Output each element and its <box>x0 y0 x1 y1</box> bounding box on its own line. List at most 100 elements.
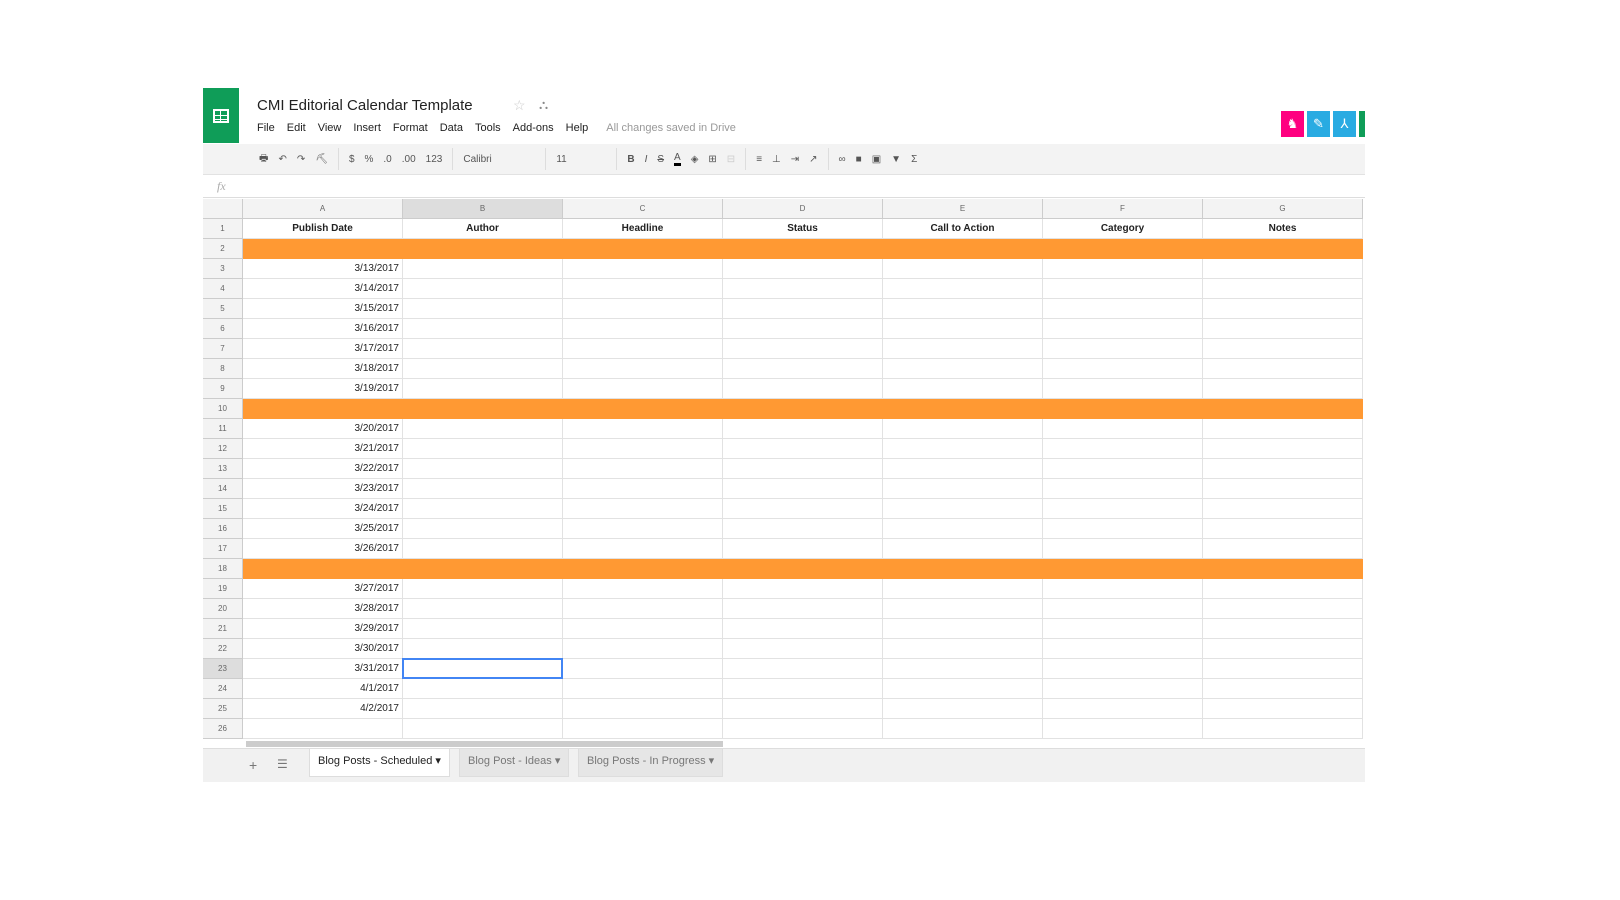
cell-b5[interactable] <box>403 299 563 319</box>
row-header-26[interactable]: 26 <box>203 719 243 739</box>
sheet-tab-scheduled[interactable]: Blog Posts - Scheduled ▾ <box>309 749 450 777</box>
strikethrough-icon[interactable]: S <box>657 154 664 165</box>
cell-c5[interactable] <box>563 299 723 319</box>
cell-d21[interactable] <box>723 619 883 639</box>
column-header-g[interactable]: G <box>1203 199 1363 219</box>
cell-f16[interactable] <box>1043 519 1203 539</box>
column-header-d[interactable]: D <box>723 199 883 219</box>
cell-a15[interactable]: 3/24/2017 <box>243 499 403 519</box>
menu-format[interactable]: Format <box>393 122 428 134</box>
cell-c19[interactable] <box>563 579 723 599</box>
text-wrap-icon[interactable]: ⇥ <box>791 154 799 165</box>
cell-d11[interactable] <box>723 419 883 439</box>
cell-f17[interactable] <box>1043 539 1203 559</box>
cell-c20[interactable] <box>563 599 723 619</box>
cell-f5[interactable] <box>1043 299 1203 319</box>
menu-data[interactable]: Data <box>440 122 463 134</box>
cell-g13[interactable] <box>1203 459 1363 479</box>
formula-bar[interactable]: fx <box>203 176 1365 198</box>
cell-e3[interactable] <box>883 259 1043 279</box>
cell-g14[interactable] <box>1203 479 1363 499</box>
cell-b17[interactable] <box>403 539 563 559</box>
cell-g21[interactable] <box>1203 619 1363 639</box>
cell-b11[interactable] <box>403 419 563 439</box>
drive-folder-icon[interactable]: ⛬ <box>539 97 548 113</box>
cell-a14[interactable]: 3/23/2017 <box>243 479 403 499</box>
column-title-cell[interactable]: Headline <box>563 219 723 239</box>
merge-cells-icon[interactable]: ⊟ <box>727 154 735 165</box>
cell-g15[interactable] <box>1203 499 1363 519</box>
cell-f12[interactable] <box>1043 439 1203 459</box>
cell-c6[interactable] <box>563 319 723 339</box>
cell-a23[interactable]: 3/31/2017 <box>243 659 403 679</box>
cell-e11[interactable] <box>883 419 1043 439</box>
cell-b14[interactable] <box>403 479 563 499</box>
cell-g7[interactable] <box>1203 339 1363 359</box>
cell-d13[interactable] <box>723 459 883 479</box>
cell-a22[interactable]: 3/30/2017 <box>243 639 403 659</box>
cell-g24[interactable] <box>1203 679 1363 699</box>
cell-f9[interactable] <box>1043 379 1203 399</box>
cell-c24[interactable] <box>563 679 723 699</box>
menu-file[interactable]: File <box>257 122 275 134</box>
week-separator-cell[interactable] <box>563 239 723 259</box>
cell-g6[interactable] <box>1203 319 1363 339</box>
horizontal-align-icon[interactable]: ≡ <box>756 154 762 165</box>
cell-c12[interactable] <box>563 439 723 459</box>
column-title-cell[interactable]: Author <box>403 219 563 239</box>
horizontal-scrollbar[interactable] <box>246 741 723 747</box>
week-separator-cell[interactable] <box>723 399 883 419</box>
cell-c16[interactable] <box>563 519 723 539</box>
week-separator-cell[interactable] <box>723 559 883 579</box>
row-header-7[interactable]: 7 <box>203 339 243 359</box>
cell-c13[interactable] <box>563 459 723 479</box>
row-header-5[interactable]: 5 <box>203 299 243 319</box>
cell-d17[interactable] <box>723 539 883 559</box>
bird-addon-icon[interactable]: ✎ <box>1307 111 1330 137</box>
week-separator-cell[interactable] <box>883 559 1043 579</box>
cell-b23[interactable] <box>403 659 563 679</box>
cell-f25[interactable] <box>1043 699 1203 719</box>
row-header-23[interactable]: 23 <box>203 659 243 679</box>
cell-d22[interactable] <box>723 639 883 659</box>
column-title-cell[interactable]: Publish Date <box>243 219 403 239</box>
redo-icon[interactable]: ↷ <box>297 154 305 165</box>
cell-d23[interactable] <box>723 659 883 679</box>
cell-d4[interactable] <box>723 279 883 299</box>
cell-g17[interactable] <box>1203 539 1363 559</box>
cell-e16[interactable] <box>883 519 1043 539</box>
row-header-8[interactable]: 8 <box>203 359 243 379</box>
cell-c23[interactable] <box>563 659 723 679</box>
menu-view[interactable]: View <box>318 122 342 134</box>
row-header-21[interactable]: 21 <box>203 619 243 639</box>
cell-b7[interactable] <box>403 339 563 359</box>
cell-f21[interactable] <box>1043 619 1203 639</box>
borders-icon[interactable]: ⊞ <box>708 154 716 165</box>
chart-icon[interactable]: ▣ <box>872 154 881 165</box>
cell-g25[interactable] <box>1203 699 1363 719</box>
green-addon-icon[interactable] <box>1359 111 1365 137</box>
cell-e13[interactable] <box>883 459 1043 479</box>
cell-e21[interactable] <box>883 619 1043 639</box>
percent-button[interactable]: % <box>365 154 374 165</box>
cell-f23[interactable] <box>1043 659 1203 679</box>
elephant-addon-icon[interactable]: ♞ <box>1281 111 1304 137</box>
cell-g3[interactable] <box>1203 259 1363 279</box>
star-icon[interactable]: ☆ <box>513 97 526 114</box>
column-header-e[interactable]: E <box>883 199 1043 219</box>
cell-b12[interactable] <box>403 439 563 459</box>
menu-help[interactable]: Help <box>566 122 589 134</box>
cell-d6[interactable] <box>723 319 883 339</box>
cell-f13[interactable] <box>1043 459 1203 479</box>
increase-decimal-button[interactable]: .00 <box>402 154 416 165</box>
row-header-4[interactable]: 4 <box>203 279 243 299</box>
sheet-tab-in-progress[interactable]: Blog Posts - In Progress ▾ <box>578 749 724 777</box>
italic-icon[interactable]: I <box>645 154 648 165</box>
cell-g20[interactable] <box>1203 599 1363 619</box>
row-header-9[interactable]: 9 <box>203 379 243 399</box>
cell-d3[interactable] <box>723 259 883 279</box>
week-separator-cell[interactable] <box>243 559 403 579</box>
week-separator-cell[interactable] <box>1043 399 1203 419</box>
cell-e22[interactable] <box>883 639 1043 659</box>
row-header-22[interactable]: 22 <box>203 639 243 659</box>
